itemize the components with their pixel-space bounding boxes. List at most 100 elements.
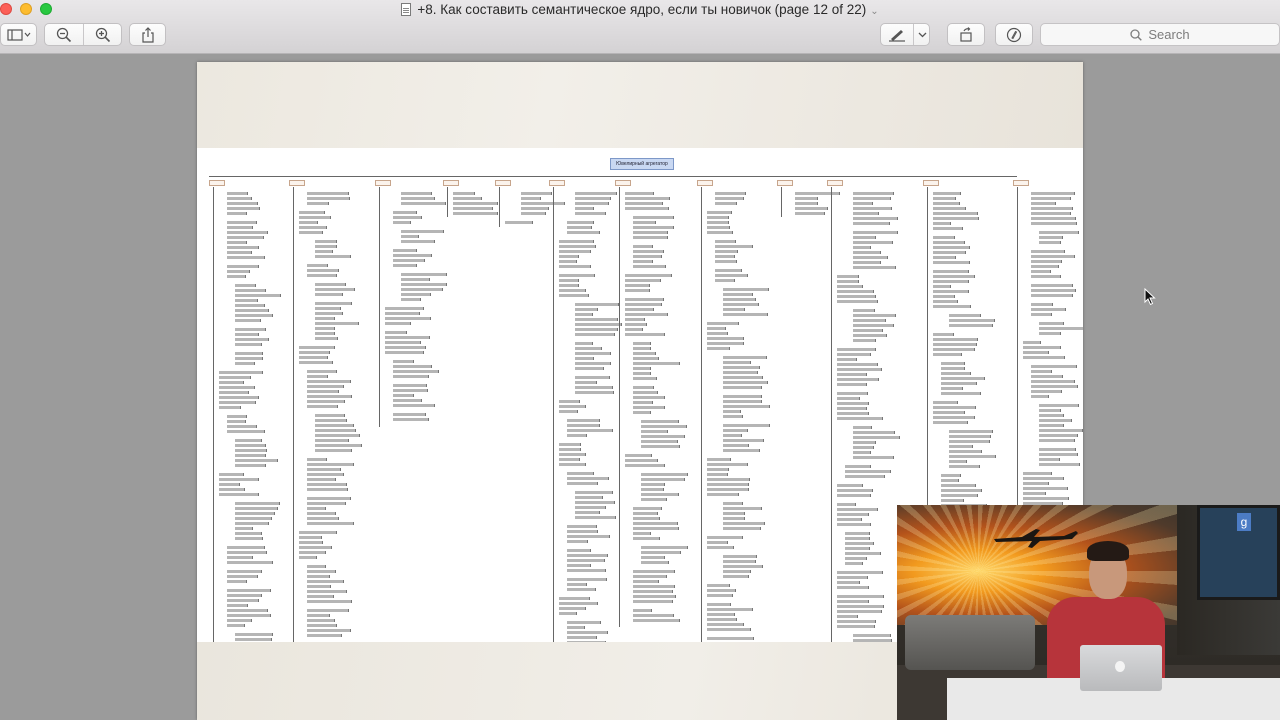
mindmap-keyword-leaf xyxy=(837,353,871,356)
mindmap-keyword-leaf xyxy=(723,405,770,408)
mindmap-keyword-leaf xyxy=(385,307,424,310)
mindmap-keyword-leaf xyxy=(837,407,867,410)
mindmap-keyword-leaf xyxy=(567,583,587,586)
mindmap-keyword-leaf xyxy=(299,216,331,219)
mindmap-keyword-leaf xyxy=(235,289,266,292)
mindmap-keyword-leaf xyxy=(633,590,673,593)
mindmap-keyword-leaf xyxy=(567,631,608,634)
mindmap-keyword-leaf xyxy=(521,197,541,200)
mindmap-keyword-leaf xyxy=(641,420,679,423)
mindmap-keyword-leaf xyxy=(837,625,875,628)
mindmap-keyword-leaf xyxy=(307,522,354,525)
mindmap-keyword-leaf xyxy=(521,212,546,215)
mindmap-keyword-leaf xyxy=(235,362,255,365)
mindmap-keyword-leaf xyxy=(1031,385,1078,388)
mindmap-keyword-leaf xyxy=(453,192,475,195)
mindmap-keyword-leaf xyxy=(633,367,651,370)
mindmap-keyword-leaf xyxy=(707,332,728,335)
mindmap-keyword-leaf xyxy=(1023,477,1064,480)
mindmap-keyword-leaf xyxy=(219,478,259,481)
mindmap-keyword-leaf xyxy=(575,376,610,379)
mindmap-keyword-leaf xyxy=(641,478,685,481)
mindmap-keyword-leaf xyxy=(625,318,645,321)
mindmap-keyword-leaf xyxy=(1031,395,1049,398)
mouse-cursor-icon xyxy=(1144,288,1156,306)
mindmap-keyword-leaf xyxy=(299,541,323,544)
mindmap-keyword-leaf xyxy=(933,256,956,259)
mindmap-keyword-leaf xyxy=(853,222,890,225)
mindmap-keyword-leaf xyxy=(853,329,883,332)
mindmap-keyword-leaf xyxy=(559,240,594,243)
window-title[interactable]: +8. Как составить семантическое ядро, ес… xyxy=(417,2,866,17)
share-button[interactable] xyxy=(129,23,166,46)
mindmap-keyword-leaf xyxy=(575,202,609,205)
mindmap-keyword-leaf xyxy=(299,231,323,234)
mindmap-keyword-leaf xyxy=(933,202,960,205)
mindmap-keyword-leaf xyxy=(559,400,580,403)
mindmap-keyword-leaf xyxy=(845,532,870,535)
search-field[interactable]: Search xyxy=(1040,23,1280,46)
mindmap-keyword-leaf xyxy=(633,580,659,583)
mindmap-keyword-leaf xyxy=(941,484,976,487)
mindmap-keyword-leaf xyxy=(559,597,590,600)
mindmap-keyword-leaf xyxy=(393,360,414,363)
mindmap-keyword-leaf xyxy=(299,546,332,549)
mindmap-keyword-leaf xyxy=(715,250,738,253)
mindmap-keyword-leaf xyxy=(401,283,447,286)
mindmap-keyword-leaf xyxy=(315,439,349,442)
mindmap-keyword-leaf xyxy=(707,221,729,224)
mindmap-keyword-leaf xyxy=(933,270,969,273)
mindmap-keyword-leaf xyxy=(393,389,428,392)
mindmap-keyword-leaf xyxy=(235,343,262,346)
mindmap-keyword-leaf xyxy=(853,231,898,234)
mindmap-keyword-leaf xyxy=(307,507,326,510)
markup-pen-button[interactable] xyxy=(881,24,913,45)
mindmap-keyword-leaf xyxy=(307,390,339,393)
mindmap-keyword-leaf xyxy=(235,454,266,457)
mindmap-keyword-leaf xyxy=(559,405,586,408)
mindmap-keyword-leaf xyxy=(393,211,417,214)
zoom-out-button[interactable] xyxy=(45,24,83,45)
mindmap-keyword-leaf xyxy=(853,197,891,200)
sidebar-view-button[interactable] xyxy=(0,23,37,46)
mindmap-keyword-leaf xyxy=(235,532,262,535)
mindmap-branch-line xyxy=(619,187,620,627)
mindmap-keyword-leaf xyxy=(307,370,337,373)
mindmap-branch-line xyxy=(831,187,832,642)
title-chevron-down-icon[interactable]: ⌄ xyxy=(870,6,878,17)
rotate-button[interactable] xyxy=(947,23,985,46)
mindmap-keyword-leaf xyxy=(723,376,763,379)
mindmap-keyword-leaf xyxy=(1039,429,1083,432)
mindmap-keyword-leaf xyxy=(633,255,662,258)
mindmap-keyword-leaf xyxy=(315,419,347,422)
markup-dropdown-button[interactable] xyxy=(914,24,930,45)
mindmap-keyword-leaf xyxy=(633,265,666,268)
mindmap-keyword-leaf xyxy=(933,401,958,404)
mindmap-keyword-leaf xyxy=(219,406,241,409)
mindmap-branch-node xyxy=(923,180,939,186)
zoom-in-button[interactable] xyxy=(84,24,122,45)
mindmap-keyword-leaf xyxy=(633,570,675,573)
mindmap-keyword-leaf xyxy=(235,522,269,525)
mindmap-branch-node xyxy=(1013,180,1029,186)
mindmap-keyword-leaf xyxy=(941,377,985,380)
mindmap-keyword-leaf xyxy=(393,259,425,262)
mindmap-keyword-leaf xyxy=(315,255,351,258)
mindmap-branch-line xyxy=(781,187,782,217)
sidebar-icon xyxy=(6,28,30,41)
mindmap-keyword-leaf xyxy=(1031,250,1065,253)
mindmap-keyword-leaf xyxy=(641,425,687,428)
markup-toolbar-button[interactable] xyxy=(995,23,1033,46)
mindmap-keyword-leaf xyxy=(575,381,597,384)
mindmap-keyword-leaf xyxy=(401,288,443,291)
mindmap-branch-node xyxy=(289,180,305,186)
mindmap-keyword-leaf xyxy=(393,365,432,368)
mindmap-keyword-leaf xyxy=(559,250,591,253)
mindmap-keyword-leaf xyxy=(567,588,596,591)
mindmap-keyword-leaf xyxy=(219,371,263,374)
mindmap-keyword-leaf xyxy=(837,620,876,623)
mindmap-keyword-leaf xyxy=(707,541,728,544)
mindmap-keyword-leaf xyxy=(521,207,549,210)
mindmap-keyword-leaf xyxy=(567,540,588,543)
mindmap-keyword-leaf xyxy=(559,607,586,610)
